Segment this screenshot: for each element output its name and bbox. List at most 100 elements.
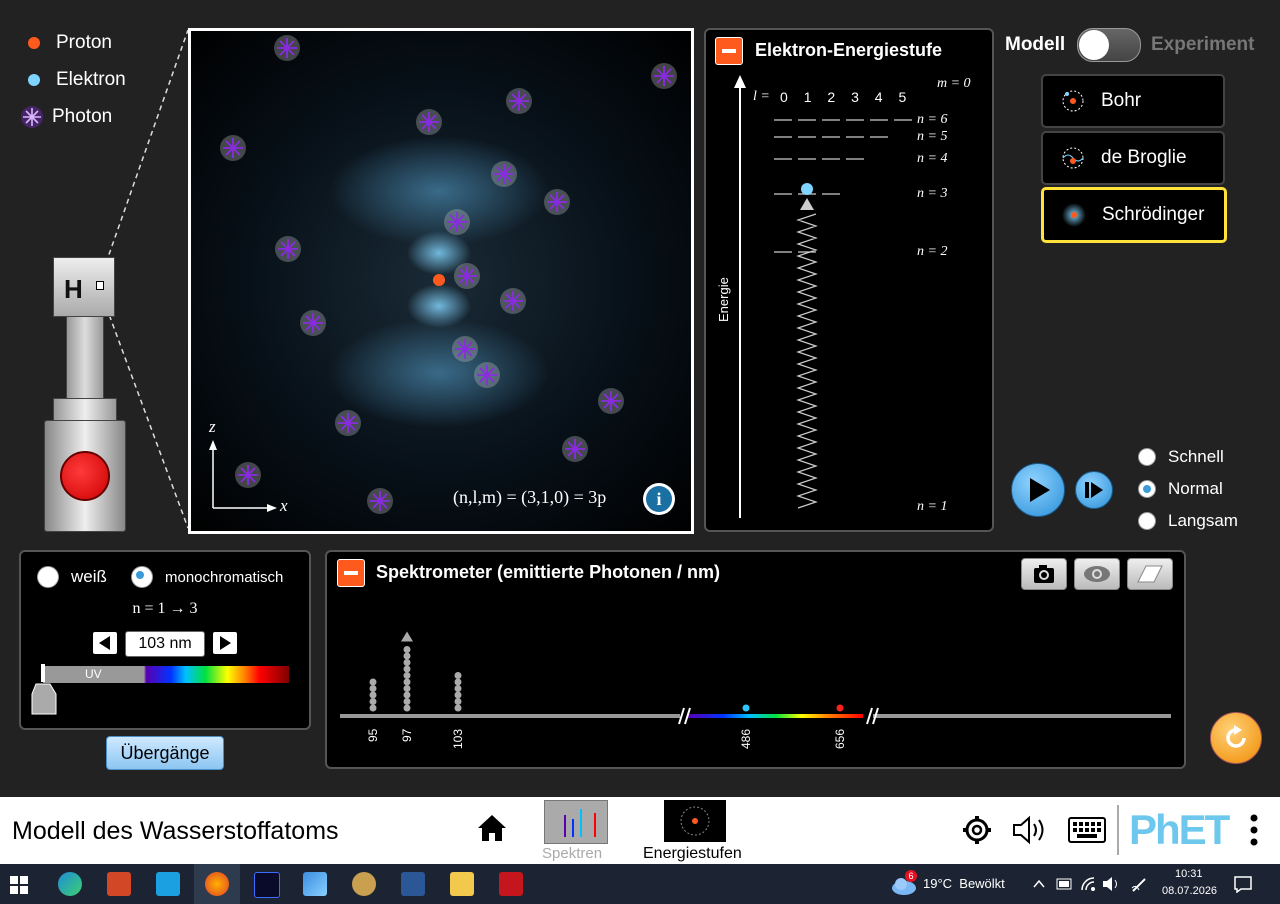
windows-start-icon[interactable] [10,876,28,894]
photon-count-dot [454,685,462,692]
screen-energy-thumb[interactable] [664,800,726,842]
speed-fast[interactable]: Schnell [1138,447,1224,467]
speed-fast-radio[interactable] [1138,448,1156,466]
photon-count-dot [403,678,411,686]
powerpoint-icon[interactable] [107,872,131,896]
model-schroedinger-label: Schrödinger [1102,204,1205,225]
step-icon [1085,482,1103,498]
photon-icon [544,189,570,215]
model-experiment-toggle[interactable] [1077,28,1141,62]
gun-neck [53,398,117,422]
play-icon [1030,478,1050,502]
mono-light-radio[interactable] [131,566,153,588]
phet-navbar: Modell des Wasserstoffatoms Spektren Ene… [0,797,1280,864]
proton-icon [28,37,40,49]
home-icon[interactable] [476,813,508,843]
reset-all-button[interactable] [1210,712,1262,764]
settings-icon[interactable] [961,814,993,846]
word-icon[interactable] [401,872,425,896]
transitions-button[interactable]: Übergänge [106,736,224,770]
model-schroedinger-button[interactable]: Schrödinger [1041,187,1227,243]
firefox-icon[interactable] [205,872,229,896]
clock-date[interactable]: 08.07.2026 [1162,885,1217,897]
acrobat-icon[interactable] [499,872,523,896]
white-light-option[interactable]: weiß [37,566,107,588]
photon-icon [275,236,301,262]
clock-time[interactable]: 10:31 [1175,868,1203,880]
photon-count-dot [369,691,377,699]
photon-icon [444,209,470,235]
keyboard-icon[interactable] [1068,817,1106,843]
white-light-radio[interactable] [37,566,59,588]
photon-icon [651,63,677,89]
screen-energy-label: Energiestufen [643,845,742,862]
battery-icon[interactable] [1056,876,1074,892]
speed-slow-label: Langsam [1168,511,1238,530]
quantum-state-label: (n,l,m) = (3,1,0) = 3p [453,487,607,507]
wavelength-spectrum-bar: UV [43,666,289,683]
photon-icon [598,388,624,414]
chevron-up-icon[interactable] [1032,878,1046,890]
step-button[interactable] [1075,471,1113,509]
phet-logo[interactable]: PhET [1129,806,1230,854]
paint-icon[interactable] [352,872,376,896]
photon-icon [416,109,442,135]
edge-icon[interactable] [58,872,82,896]
wavelength-slider-thumb[interactable] [30,662,58,718]
axis-z-label: z [209,417,216,436]
model-debroglie-button[interactable]: de Broglie [1041,131,1225,185]
more-options-icon[interactable] [1248,813,1260,847]
speed-fast-label: Schnell [1168,447,1224,466]
speed-slow-radio[interactable] [1138,512,1156,530]
photos-icon[interactable] [303,872,327,896]
transition-label: n = 1 → 3 [132,600,198,617]
photon-count-dot [454,698,462,705]
toggle-knob [1079,30,1109,60]
navbar-divider [1117,805,1119,855]
weather-badge: 6 [905,870,917,882]
explorer-icon[interactable] [450,872,474,896]
speed-slow[interactable]: Langsam [1138,511,1238,531]
speed-normal[interactable]: Normal [1138,479,1223,499]
model-toggle-label: Modell [1005,34,1066,55]
fire-button[interactable] [60,451,110,501]
spectrometer-panel: Spektrometer (emittierte Photonen / nm) … [325,550,1186,769]
screen-spectra-thumb[interactable] [544,800,608,844]
spectrometer-tick-label: 103 [451,728,465,749]
play-button[interactable] [1011,463,1065,517]
model-bohr-button[interactable]: Bohr [1041,74,1225,128]
axis-x-label: x [280,496,288,515]
audio-icon[interactable] [1012,815,1050,845]
schroedinger-icon [1062,203,1086,227]
speed-normal-radio[interactable] [1138,480,1156,498]
model-debroglie-label: de Broglie [1101,147,1187,168]
wifi-icon[interactable] [1080,876,1098,892]
spectra-thumbnail-icon [545,801,607,843]
mono-light-option[interactable]: monochromatisch [131,566,283,588]
spectrometer-tick-label: 486 [739,728,753,749]
photon-count-dot [403,685,411,692]
photon-icon [506,88,532,114]
debroglie-icon [1062,147,1084,169]
photon-icon [274,35,300,61]
arrow-left-icon [99,636,110,650]
wavelength-decrease-button[interactable] [93,632,117,654]
info-button[interactable]: i [643,483,675,515]
wavelength-increase-button[interactable] [213,632,237,654]
notification-icon[interactable] [1233,875,1253,893]
photon-icon [300,310,326,336]
webex-icon[interactable] [254,872,280,898]
simulation-area: Proton Elektron Photon H z x (n,l,m) = (… [0,0,1280,797]
weather-text[interactable]: 19°C Bewölkt [923,876,1005,891]
photon-count-dot [454,691,462,699]
network-app-icon[interactable] [156,872,180,896]
arrow-right-icon [220,636,231,650]
energy-diagram [734,75,912,518]
photon-count-dot [403,698,411,705]
pen-icon[interactable] [1130,876,1148,894]
reset-icon [1226,725,1246,748]
wavelength-field[interactable]: 103 nm [125,631,205,657]
info-icon: i [646,486,672,512]
volume-icon[interactable] [1102,876,1122,892]
photon-count-dot [403,672,411,679]
